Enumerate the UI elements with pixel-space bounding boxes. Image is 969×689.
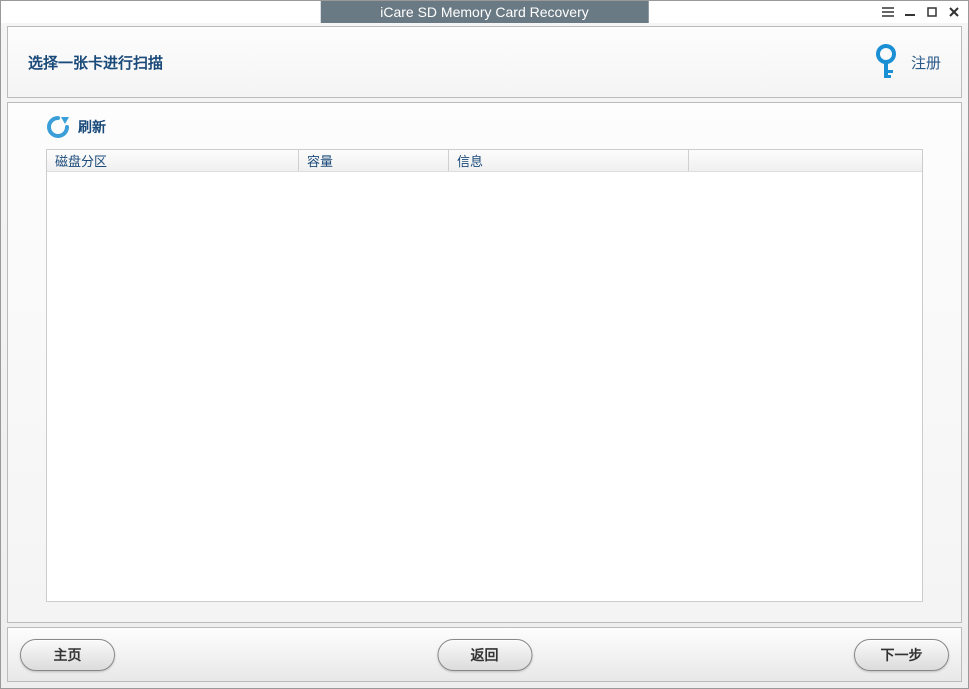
disk-table: 磁盘分区 容量 信息 [46,149,923,602]
window-controls [882,6,960,18]
close-icon[interactable] [948,6,960,18]
home-button[interactable]: 主页 [20,639,115,671]
menu-icon[interactable] [882,6,894,18]
register-label: 注册 [911,52,941,73]
window-title: iCare SD Memory Card Recovery [320,1,649,23]
maximize-icon[interactable] [926,6,938,18]
refresh-label: 刷新 [78,117,106,137]
back-button[interactable]: 返回 [437,639,532,671]
page-title: 选择一张卡进行扫描 [28,52,163,73]
column-partition[interactable]: 磁盘分区 [47,150,299,171]
key-icon [873,44,899,80]
header-panel: 选择一张卡进行扫描 注册 [7,26,962,98]
refresh-button[interactable]: 刷新 [46,115,923,139]
minimize-icon[interactable] [904,6,916,18]
title-bar: iCare SD Memory Card Recovery [1,1,968,23]
column-capacity[interactable]: 容量 [299,150,449,171]
table-body[interactable] [47,172,922,601]
refresh-icon [46,115,70,139]
table-header: 磁盘分区 容量 信息 [47,150,922,172]
footer-panel: 主页 返回 下一步 [7,627,962,682]
main-content: 刷新 磁盘分区 容量 信息 [7,102,962,623]
column-extra[interactable] [689,150,922,171]
app-window: iCare SD Memory Card Recovery 选择一张卡进行扫描 [0,0,969,689]
column-info[interactable]: 信息 [449,150,689,171]
next-button[interactable]: 下一步 [854,639,949,671]
register-button[interactable]: 注册 [873,44,941,80]
